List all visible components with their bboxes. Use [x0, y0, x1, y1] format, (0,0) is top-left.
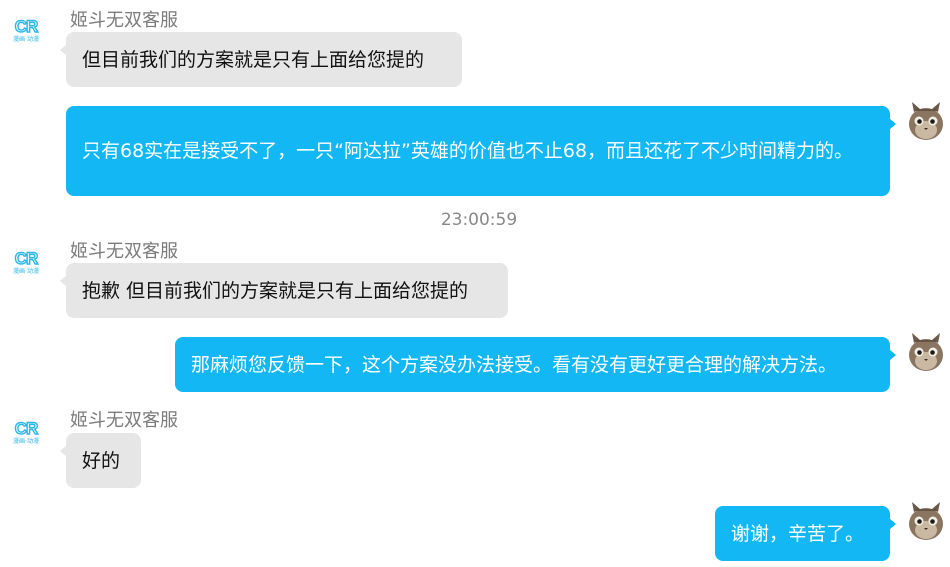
message-bubble-incoming: 但目前我们的方案就是只有上面给您提的	[60, 32, 462, 87]
chat-window: CR 漫画·动漫 姬斗无双客服 但目前我们的方案就是只有上面给您提的 只有68实…	[0, 0, 950, 567]
agent-logo-subtext: 漫画·动漫	[13, 437, 39, 445]
agent-logo-subtext: 漫画·动漫	[13, 35, 39, 43]
agent-avatar[interactable]: CR 漫画·动漫	[10, 416, 42, 448]
user-avatar-cat-icon[interactable]	[906, 331, 946, 373]
user-avatar-cat-icon[interactable]	[906, 100, 946, 142]
agent-logo-subtext: 漫画·动漫	[13, 267, 39, 275]
message-bubble-outgoing: 那麻烦您反馈一下，这个方案没办法接受。看有没有更好更合理的解决方法。	[175, 337, 896, 392]
message-bubble-incoming: 抱歉 但目前我们的方案就是只有上面给您提的	[60, 263, 508, 318]
agent-logo-text: CR	[14, 248, 39, 268]
agent-avatar[interactable]: CR 漫画·动漫	[10, 246, 42, 278]
user-avatar-cat-icon[interactable]	[906, 500, 946, 542]
agent-logo-text: CR	[14, 16, 39, 36]
sender-name: 姬斗无双客服	[70, 241, 178, 262]
sender-name: 姬斗无双客服	[70, 10, 178, 31]
timestamp: 23:00:59	[440, 210, 518, 230]
message-bubble-outgoing: 谢谢，辛苦了。	[715, 506, 896, 561]
agent-logo-text: CR	[14, 418, 39, 438]
message-bubble-outgoing: 只有68实在是接受不了，一只“阿达拉”英雄的价值也不止68，而且还花了不少时间精…	[66, 106, 896, 196]
sender-name: 姬斗无双客服	[70, 410, 178, 431]
message-bubble-incoming: 好的	[60, 433, 141, 488]
agent-avatar[interactable]: CR 漫画·动漫	[10, 14, 42, 46]
